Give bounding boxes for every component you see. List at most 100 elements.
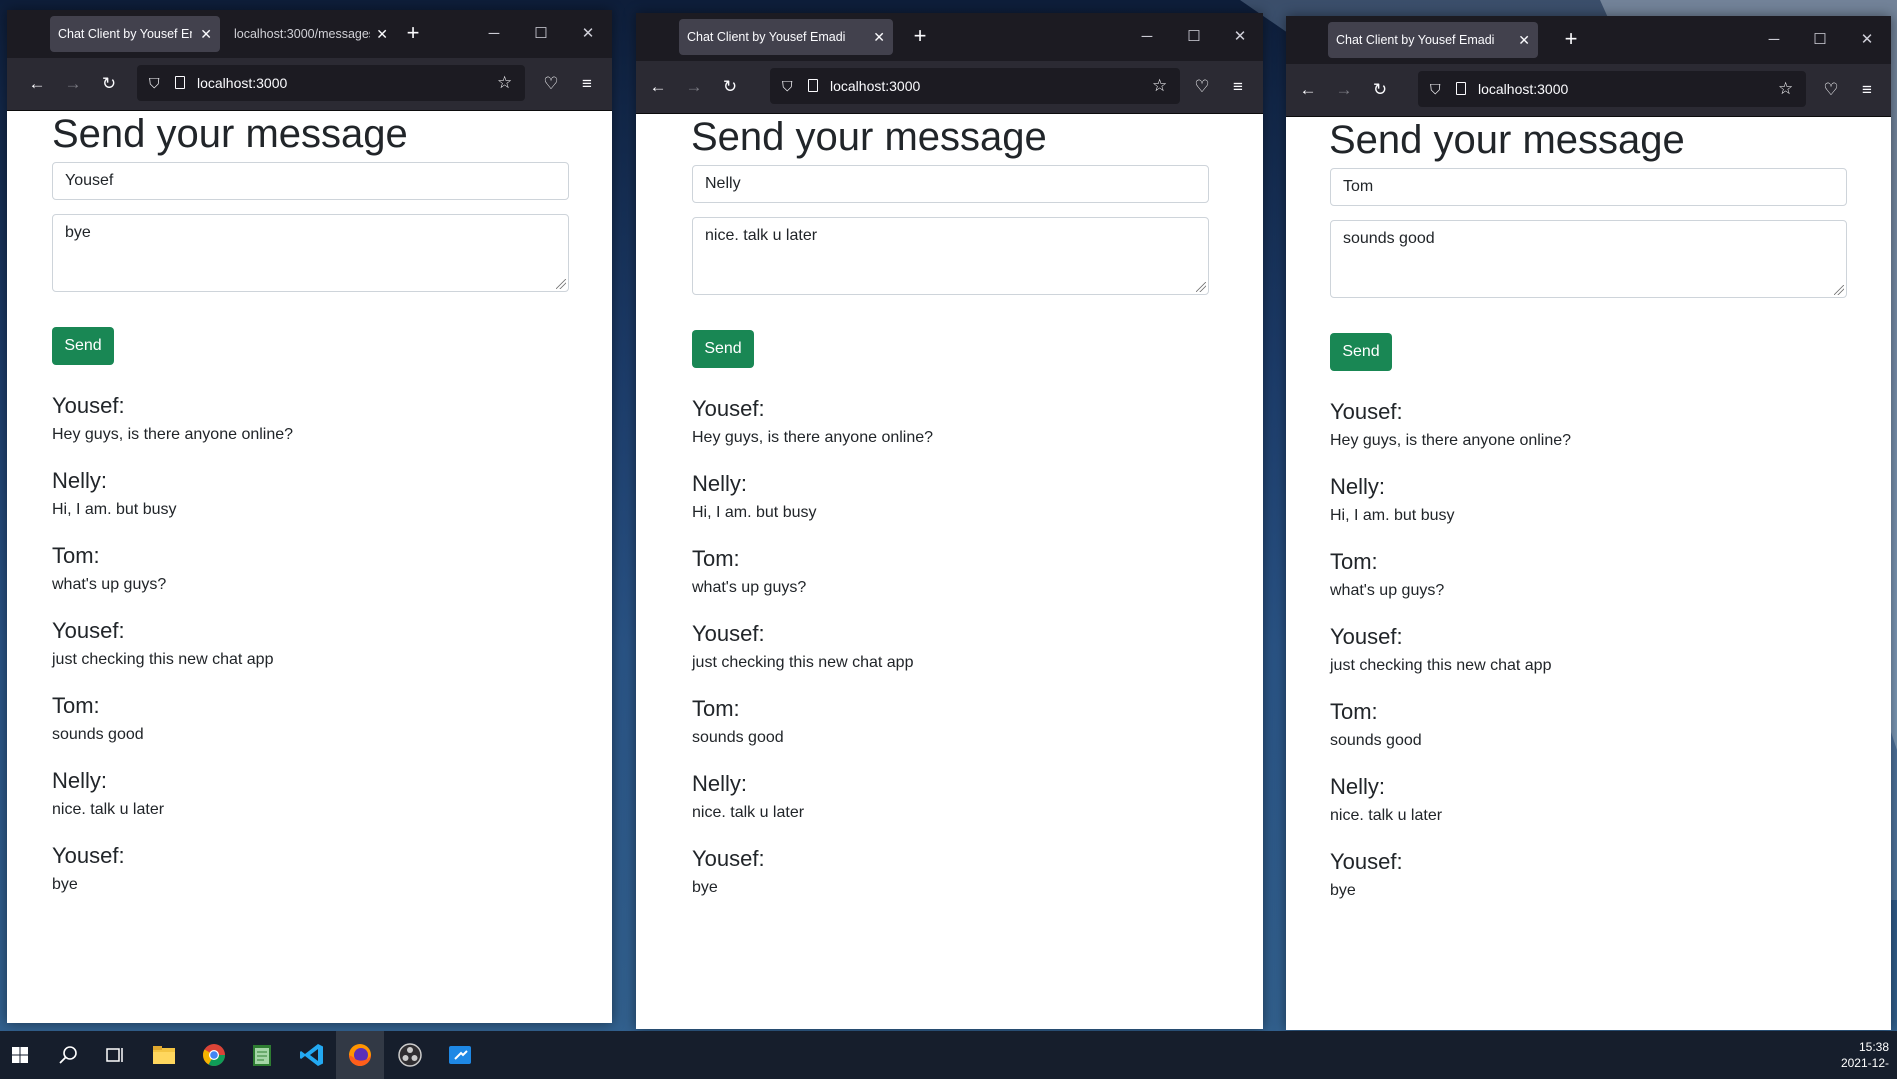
firefox-icon[interactable] (344, 1039, 376, 1071)
pocket-icon[interactable]: ♡ (1188, 73, 1216, 101)
tab-strip: Chat Client by Yousef Emadi ✕ localhost:… (7, 10, 612, 58)
resize-grip-icon[interactable] (1834, 285, 1844, 295)
url-text[interactable]: localhost:3000 (830, 68, 920, 104)
close-icon[interactable]: ✕ (200, 16, 212, 52)
message-body: what's up guys? (52, 576, 167, 593)
message-body: sounds good (1330, 732, 1422, 749)
tab-chat-client[interactable]: Chat Client by Yousef Emadi ✕ (679, 19, 893, 55)
bookmark-star-icon[interactable]: ☆ (1778, 71, 1793, 107)
maximize-icon[interactable]: ☐ (1808, 28, 1832, 52)
maximize-icon[interactable]: ☐ (1182, 25, 1206, 49)
message-textarea[interactable]: nice. talk u later (692, 217, 1209, 295)
back-arrow-icon[interactable]: ← (23, 70, 51, 98)
message-author: Nelly: (692, 471, 748, 496)
minimize-icon[interactable]: ─ (1135, 25, 1159, 49)
reload-icon[interactable]: ↻ (716, 73, 744, 101)
new-tab-plus-icon[interactable]: + (906, 23, 934, 51)
vscode-icon[interactable] (296, 1039, 328, 1071)
message-author: Tom: (52, 693, 100, 718)
minimize-icon[interactable]: ─ (482, 22, 506, 46)
system-clock[interactable]: 15:38 2021-12- (1841, 1039, 1889, 1071)
windows-start-icon[interactable] (4, 1039, 36, 1071)
notepad-icon[interactable] (246, 1039, 278, 1071)
resize-grip-icon[interactable] (1196, 282, 1206, 292)
tab-chat-client[interactable]: Chat Client by Yousef Emadi ✕ (50, 16, 220, 52)
message-text: bye (65, 224, 91, 241)
name-input[interactable]: Yousef (52, 162, 569, 200)
new-tab-plus-icon[interactable]: + (1557, 26, 1585, 54)
close-window-icon[interactable]: ✕ (1228, 25, 1252, 49)
pocket-icon[interactable]: ♡ (537, 70, 565, 98)
page-content: Send your message Tom sounds good Send Y… (1286, 117, 1891, 1030)
send-button[interactable]: Send (692, 330, 754, 368)
name-input[interactable]: Tom (1330, 168, 1847, 206)
tab-chat-client[interactable]: Chat Client by Yousef Emadi ✕ (1328, 22, 1538, 58)
resize-grip-icon[interactable] (556, 279, 566, 289)
close-icon[interactable]: ✕ (873, 19, 885, 55)
message-body: bye (692, 879, 718, 896)
message-author: Tom: (692, 546, 740, 571)
browser-window-1: Chat Client by Yousef Emadi ✕ localhost:… (7, 10, 612, 1023)
reload-icon[interactable]: ↻ (95, 70, 123, 98)
page-content: Send your message Yousef bye Send Yousef… (7, 111, 612, 1023)
nav-toolbar: ← → ↻ ⛉ localhost:3000 ☆ ♡ ≡ (7, 58, 612, 111)
message-author: Yousef: (52, 618, 125, 643)
clock-time: 15:38 (1858, 1040, 1889, 1054)
message-textarea[interactable]: bye (52, 214, 569, 292)
tab-title: Chat Client by Yousef Emadi (1336, 33, 1495, 47)
tab-strip: Chat Client by Yousef Emadi ✕ + ─ ☐ ✕ (636, 13, 1263, 61)
menu-icon[interactable]: ≡ (1224, 73, 1252, 101)
clock-date: 2021-12- (1840, 1056, 1889, 1070)
back-arrow-icon[interactable]: ← (644, 73, 672, 101)
shield-icon[interactable]: ⛉ (1430, 71, 1446, 107)
task-view-icon[interactable] (98, 1039, 130, 1071)
address-bar[interactable]: ⛉ localhost:3000 ☆ (1418, 71, 1806, 107)
shield-icon[interactable]: ⛉ (149, 65, 165, 101)
message-body: just checking this new chat app (692, 654, 914, 671)
message-author: Yousef: (1330, 399, 1403, 424)
tab-messages[interactable]: localhost:3000/messages/ ✕ (226, 16, 396, 52)
message-body: bye (52, 876, 78, 893)
bookmark-star-icon[interactable]: ☆ (497, 65, 512, 101)
close-icon[interactable]: ✕ (376, 16, 388, 52)
message-body: Hi, I am. but busy (692, 504, 817, 521)
close-icon[interactable]: ✕ (1518, 22, 1530, 58)
shield-icon[interactable]: ⛉ (782, 68, 798, 104)
obs-icon[interactable] (394, 1039, 426, 1071)
address-bar[interactable]: ⛉ localhost:3000 ☆ (137, 65, 525, 101)
bookmark-star-icon[interactable]: ☆ (1152, 68, 1167, 104)
message-author: Nelly: (692, 771, 748, 796)
url-text[interactable]: localhost:3000 (197, 65, 287, 101)
url-text[interactable]: localhost:3000 (1478, 71, 1568, 107)
close-window-icon[interactable]: ✕ (576, 22, 600, 46)
message-list: Yousef: Hey guys, is there anyone online?… (692, 394, 933, 919)
menu-icon[interactable]: ≡ (1853, 76, 1881, 104)
search-icon[interactable] (52, 1039, 84, 1071)
message-body: just checking this new chat app (52, 651, 274, 668)
send-button[interactable]: Send (52, 327, 114, 365)
page-icon (175, 76, 185, 89)
reload-icon[interactable]: ↻ (1366, 76, 1394, 104)
message-author: Tom: (692, 696, 740, 721)
app-icon[interactable] (444, 1039, 476, 1071)
file-explorer-icon[interactable] (148, 1039, 180, 1071)
chrome-icon[interactable] (198, 1039, 230, 1071)
menu-icon[interactable]: ≡ (573, 70, 601, 98)
new-tab-plus-icon[interactable]: + (399, 20, 427, 48)
forward-arrow-icon[interactable]: → (680, 73, 708, 101)
message-textarea[interactable]: sounds good (1330, 220, 1847, 298)
minimize-icon[interactable]: ─ (1762, 28, 1786, 52)
maximize-icon[interactable]: ☐ (529, 22, 553, 46)
message-author: Tom: (1330, 549, 1378, 574)
address-bar[interactable]: ⛉ localhost:3000 ☆ (770, 68, 1180, 104)
forward-arrow-icon[interactable]: → (1330, 76, 1358, 104)
forward-arrow-icon[interactable]: → (59, 70, 87, 98)
close-window-icon[interactable]: ✕ (1855, 28, 1879, 52)
message-body: nice. talk u later (52, 801, 165, 818)
message-body: Hi, I am. but busy (1330, 507, 1455, 524)
back-arrow-icon[interactable]: ← (1294, 76, 1322, 104)
name-input[interactable]: Nelly (692, 165, 1209, 203)
pocket-icon[interactable]: ♡ (1817, 76, 1845, 104)
message-author: Tom: (52, 543, 100, 568)
send-button[interactable]: Send (1330, 333, 1392, 371)
